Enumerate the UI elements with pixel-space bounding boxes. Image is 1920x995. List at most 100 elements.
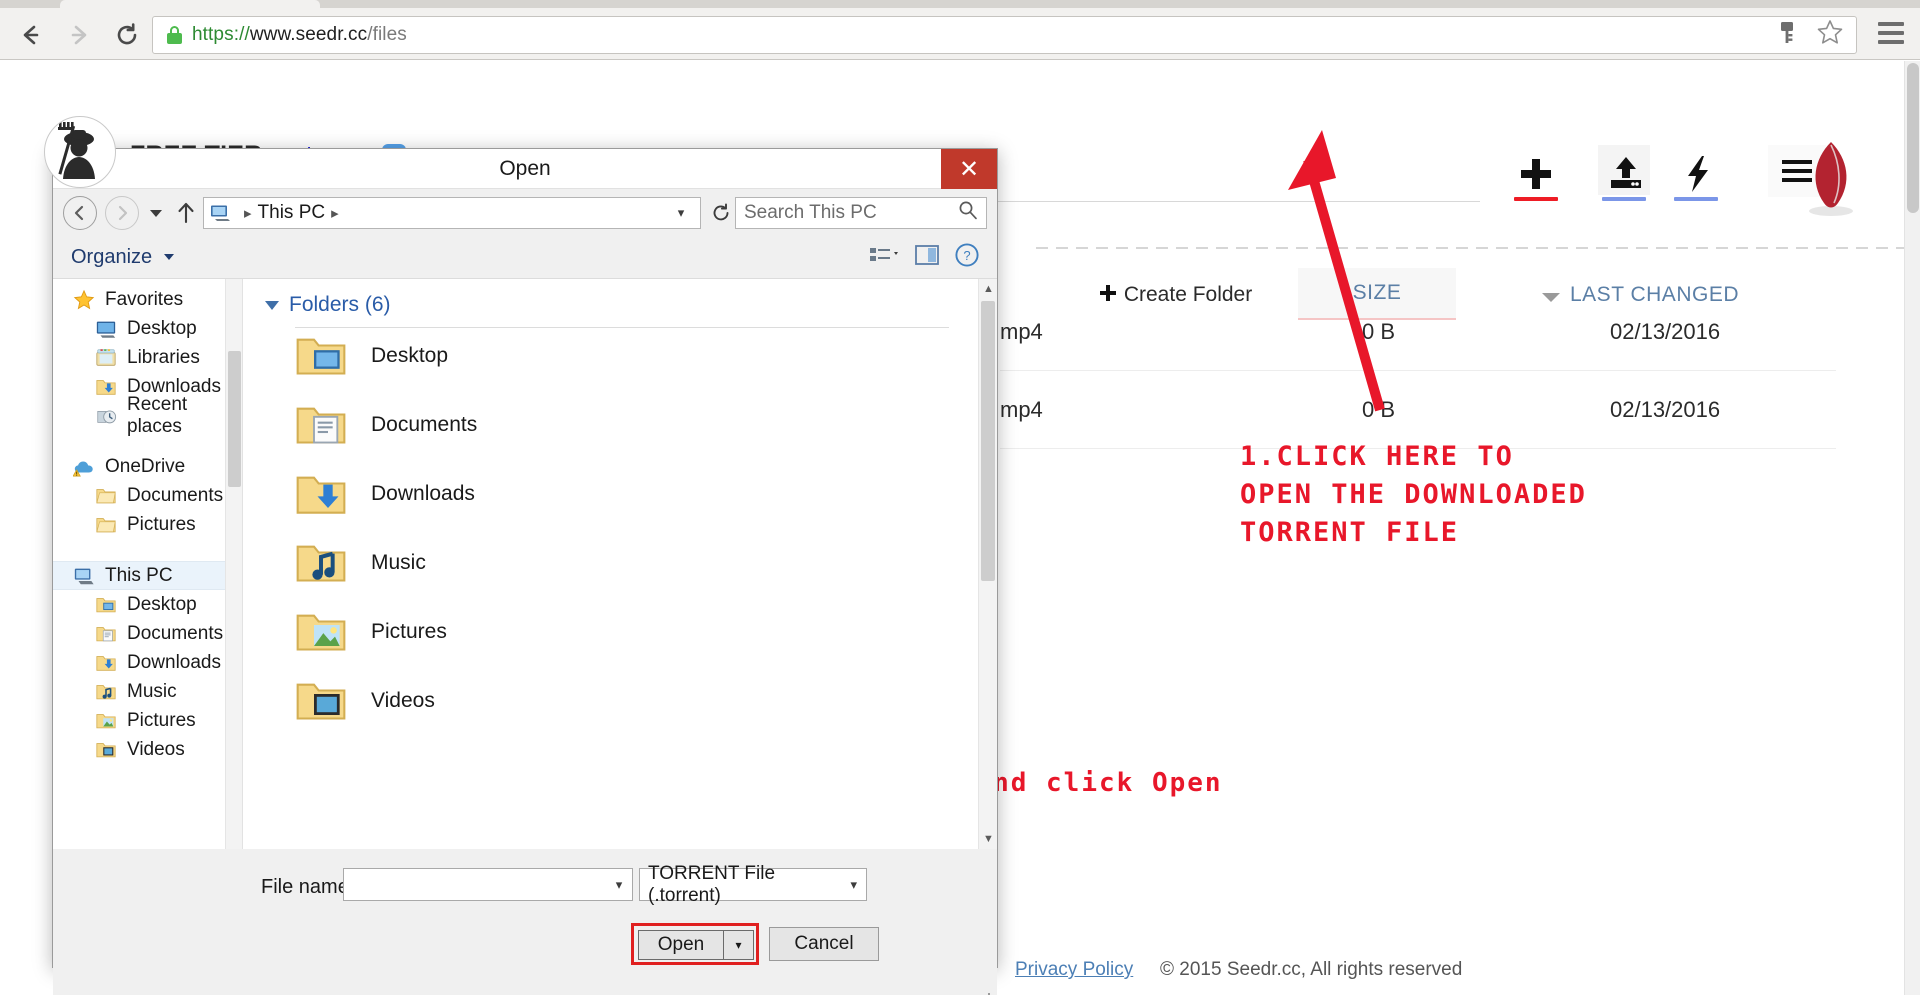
file-list-item[interactable]: Desktop: [243, 321, 997, 390]
cancel-button[interactable]: Cancel: [769, 927, 879, 961]
reload-icon[interactable]: [110, 18, 144, 52]
close-icon[interactable]: ✕: [941, 149, 997, 189]
group-header[interactable]: Folders (6): [265, 293, 997, 317]
tree-item-downloads[interactable]: Downloads: [53, 648, 242, 677]
desktop-folder-icon: [95, 594, 119, 616]
tree-item-desktop[interactable]: Desktop: [53, 590, 242, 619]
seedr-leaf-logo[interactable]: [1800, 139, 1862, 216]
farmer-avatar-icon[interactable]: [44, 116, 116, 188]
back-circle-icon[interactable]: [63, 196, 97, 230]
key-icon[interactable]: [1776, 21, 1798, 50]
dialog-title: Open: [499, 157, 551, 180]
tree-item-libraries[interactable]: Libraries: [53, 343, 242, 372]
file-type-select[interactable]: TORRENT File (.torrent) ▾: [639, 863, 867, 906]
music-folder-icon: [95, 681, 119, 703]
recent-places-icon: [95, 405, 119, 427]
view-layout-icon[interactable]: [869, 245, 899, 270]
tree-item-onedrive[interactable]: OneDrive: [53, 452, 242, 481]
file-list-item-label: Documents: [371, 412, 478, 436]
up-arrow-icon[interactable]: [175, 202, 197, 224]
dialog-footer: File name: ▾ TORRENT File (.torrent) ▾ O…: [53, 849, 997, 995]
file-list-item[interactable]: Music: [243, 528, 997, 597]
file-list-item[interactable]: Videos: [243, 666, 997, 735]
pictures-folder-icon: [293, 604, 349, 660]
file-list-scrollbar[interactable]: ▲ ▼: [978, 279, 997, 849]
tree-item-label: OneDrive: [105, 455, 186, 477]
file-list-item[interactable]: Pictures: [243, 597, 997, 666]
file-list-item-label: Videos: [371, 688, 435, 712]
scroll-down-icon[interactable]: ▼: [979, 829, 997, 849]
magnet-button-underline: [1674, 197, 1718, 201]
breadcrumb[interactable]: ▸ This PC ▸ ▾: [203, 197, 701, 229]
file-date: 02/13/2016: [1610, 397, 1721, 422]
tree-item-pictures[interactable]: Pictures: [53, 510, 242, 539]
chevron-down-icon[interactable]: ▾: [668, 198, 694, 228]
tree-item-this-pc[interactable]: This PC: [53, 561, 242, 590]
preview-pane-icon[interactable]: [915, 244, 939, 271]
resize-grip-icon[interactable]: [978, 991, 992, 995]
annotation-step1-line3: TORRENT FILE: [1240, 517, 1460, 548]
upload-torrent-file-button[interactable]: [1598, 149, 1654, 199]
search-placeholder: Search This PC: [744, 202, 877, 223]
breadcrumb-sep: ▸: [244, 205, 252, 222]
tree-item-music[interactable]: Music: [53, 677, 242, 706]
magnet-link-button[interactable]: [1670, 149, 1726, 199]
file-name-input[interactable]: ▾: [343, 868, 633, 901]
scroll-up-icon[interactable]: ▲: [979, 279, 997, 299]
bookmark-star-icon[interactable]: [1816, 19, 1844, 51]
tree-item-desktop[interactable]: Desktop: [53, 314, 242, 343]
file-name-chevron-down-icon[interactable]: ▾: [606, 869, 632, 900]
search-icon[interactable]: [958, 200, 978, 226]
tree-item-favorites[interactable]: Favorites: [53, 285, 242, 314]
copyright-text: © 2015 Seedr.cc, All rights reserved: [1160, 959, 1463, 980]
file-list-item[interactable]: Documents: [243, 390, 997, 459]
file-type-chevron-down-icon[interactable]: ▾: [841, 869, 866, 900]
tree-item-documents[interactable]: Documents: [53, 619, 242, 648]
file-size: 0 B: [1362, 319, 1396, 344]
organize-label: Organize: [71, 246, 153, 268]
help-icon[interactable]: ?: [955, 243, 979, 272]
table-row[interactable]: mp4 0 B 02/13/2016: [1000, 293, 1836, 371]
address-bar[interactable]: https://www.seedr.cc/files: [152, 16, 1857, 54]
file-list-item-label: Desktop: [371, 343, 449, 367]
documents-folder-icon: [293, 397, 349, 453]
recent-dropdown-icon[interactable]: [149, 209, 163, 217]
tree-item-pictures[interactable]: Pictures: [53, 706, 242, 735]
dialog-title-bar: Open ✕: [53, 149, 997, 189]
page-scrollbar[interactable]: [1904, 61, 1920, 995]
tree-item-videos[interactable]: Videos: [53, 735, 242, 764]
tree-item-documents[interactable]: Documents: [53, 481, 242, 510]
search-input[interactable]: Search This PC: [735, 197, 987, 229]
organize-button[interactable]: Organize: [71, 246, 174, 269]
this-pc-icon: [73, 565, 97, 587]
url-host: www.seedr.cc: [249, 24, 368, 45]
url-text: https://www.seedr.cc/files: [192, 24, 407, 46]
browser-tab-strip: [0, 0, 1920, 8]
dialog-command-bar: Organize ?: [53, 237, 997, 279]
file-date: 02/13/2016: [1610, 319, 1721, 344]
group-collapse-icon[interactable]: [265, 300, 279, 310]
tree-item-label: Documents: [127, 484, 224, 506]
tree-item-recent-places[interactable]: Recent places: [53, 394, 242, 437]
back-arrow-icon[interactable]: [14, 18, 48, 52]
hamburger-menu-icon[interactable]: [1878, 22, 1904, 44]
open-button[interactable]: Open: [638, 930, 724, 960]
tree-item-label: Favorites: [105, 288, 184, 310]
browser-tab[interactable]: [60, 0, 320, 8]
refresh-icon[interactable]: [707, 203, 735, 223]
documents-folder-icon: [95, 623, 119, 645]
file-list-item[interactable]: Downloads: [243, 459, 997, 528]
file-list-item-label: Downloads: [371, 481, 475, 505]
add-torrent-button[interactable]: [1508, 149, 1564, 199]
libraries-icon: [95, 347, 119, 369]
open-button-dropdown-icon[interactable]: ▾: [724, 930, 754, 960]
svg-text:?: ?: [963, 248, 970, 263]
group-divider: [295, 327, 949, 328]
tree-scrollbar[interactable]: [225, 279, 242, 849]
page-scrollbar-thumb[interactable]: [1907, 63, 1919, 213]
breadcrumb-this-pc[interactable]: This PC: [258, 202, 326, 224]
tree-item-label: Music: [127, 680, 177, 702]
privacy-policy-link[interactable]: Privacy Policy: [1015, 959, 1133, 981]
file-list-scroll-thumb[interactable]: [981, 301, 995, 581]
tree-scroll-thumb[interactable]: [228, 351, 241, 487]
